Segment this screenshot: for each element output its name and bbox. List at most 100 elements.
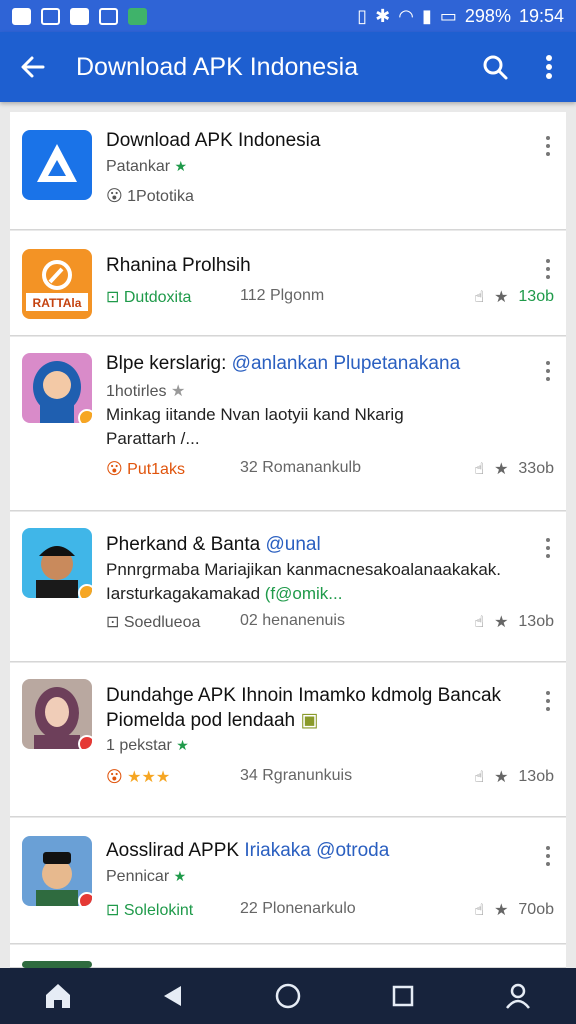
star-icon: ★ (494, 289, 509, 306)
list-item[interactable]: RATTAla Rhanina Prolhsih ⊡ Dutdoxita 112… (10, 231, 566, 336)
list-item[interactable]: Download APK Indonesia Patankar ★ 😮 1Pot… (10, 112, 566, 230)
app-meta: 22 Plonenarkulo (240, 900, 356, 917)
gallery-notification-icon (12, 7, 31, 25)
image-notification-icon (41, 7, 60, 25)
app-meta: 02 henanenuis (240, 612, 345, 629)
tag-icon: ▣ (300, 710, 319, 731)
thumb-icon: ☝ (474, 769, 485, 786)
photo-woman-icon (22, 679, 92, 749)
profile-button[interactable] (490, 968, 546, 1024)
dev-badge-icon: ⊡ (106, 289, 120, 306)
orange-app-icon: RATTAla (22, 249, 92, 319)
app-rating: ☝ ★ 13ob (474, 613, 554, 631)
list-item[interactable]: Blpe kerslarig: @anlankan Plupetanakana … (10, 337, 566, 511)
nfc-icon: ▯ (357, 5, 368, 26)
maps-notification-icon (128, 7, 147, 25)
triangle-back-icon (163, 986, 181, 1006)
bluetooth-icon: ✱ (375, 5, 391, 26)
list-item[interactable]: Pherkand & Banta @unal Pnnrgrmaba Mariaj… (10, 512, 566, 662)
list-item-partial[interactable] (10, 945, 566, 968)
notification-icons (12, 7, 147, 25)
dev-badge-icon: ⊡ (106, 902, 120, 919)
app-notification-icon (99, 7, 118, 25)
star-icon: ★ (494, 614, 509, 631)
clock: 19:54 (518, 5, 564, 26)
bottom-navigation (0, 968, 576, 1024)
status-bar: ▯ ✱ ◠ ▮ ▭ 298% 19:54 (0, 0, 576, 32)
avatar-cap-icon (22, 528, 92, 598)
emoji-icon: 😮 (106, 461, 123, 478)
item-more-button[interactable] (538, 134, 558, 158)
rating-stars-icon: ★★★ (127, 769, 171, 786)
battery-percent: 298% (464, 5, 511, 26)
app-developer: 1 pekstar ★ (106, 737, 189, 754)
item-more-button[interactable] (538, 689, 558, 713)
item-more-button[interactable] (538, 536, 558, 560)
back-button[interactable] (0, 32, 66, 102)
star-icon: ★ (494, 461, 509, 478)
star-icon: ★ (174, 158, 188, 174)
app-tag: ⊡ Solelokint (106, 902, 194, 919)
app-developer: ⊡ Dutdoxita (106, 289, 192, 306)
app-bar: Download APK Indonesia (0, 32, 576, 102)
item-more-button[interactable] (538, 844, 558, 868)
app-developer: 1hotirles ★ (106, 383, 186, 400)
list-item[interactable]: Dundahge APK Ihnoin Imamko kdmolg Bancak… (10, 663, 566, 817)
star-icon: ★ (494, 769, 509, 786)
signal-icon: ▮ (421, 5, 432, 26)
circle-home-icon (275, 983, 301, 1009)
page-title: Download APK Indonesia (76, 52, 359, 81)
app-name: Pherkand & Banta @unal (106, 534, 321, 555)
app-name: Aosslirad APPK Iriakaka @otroda (106, 840, 390, 861)
app-meta: 34 Rgranunkuis (240, 767, 353, 784)
item-more-button[interactable] (538, 359, 558, 383)
app-meta: 112 Plgonm (240, 287, 325, 304)
app-description-2: Parattarh /... (106, 429, 200, 448)
star-icon: ★ (173, 868, 187, 884)
more-vert-icon (546, 55, 552, 79)
system-icons: ▯ ✱ ◠ ▮ ▭ 298% 19:54 (357, 6, 564, 27)
thumb-icon: ☝ (474, 289, 485, 306)
apk-logo-icon (22, 130, 92, 200)
app-name: Blpe kerslarig: @anlankan Plupetanakana (106, 353, 461, 374)
home-button[interactable] (30, 968, 86, 1024)
thumb-icon: ☝ (474, 461, 485, 478)
nav-home-circle-button[interactable] (260, 968, 316, 1024)
avatar-hijab-icon (22, 353, 92, 423)
app-name-2: Piomelda pod lendaah ▣ (106, 710, 319, 731)
arrow-left-icon (21, 56, 45, 78)
app-description: Pnnrgrmaba Mariajikan kanmacnesakoalanaa… (106, 560, 501, 579)
app-stars: 😮 ★★★ (106, 767, 170, 787)
overflow-menu-button[interactable] (522, 32, 576, 102)
app-name: Dundahge APK Ihnoin Imamko kdmolg Bancak (106, 685, 502, 706)
app-rating: ☝ ★ 33ob (474, 460, 554, 478)
app-description: Minkag iitande Nvan laotyii kand Nkarig (106, 405, 404, 424)
app-developer: Patankar ★ (106, 158, 188, 175)
search-button[interactable] (468, 32, 522, 102)
list-item[interactable]: Aosslirad APPK Iriakaka @otroda Pennicar… (10, 818, 566, 944)
app-tag: 😮 Put1aks (106, 461, 185, 478)
app-name: Rhanina Prolhsih (106, 255, 251, 276)
app-rating: ☝ ★ 13ob (474, 768, 554, 786)
app-rating: ☝ ★ 70ob (474, 901, 554, 919)
battery-icon: ▭ (439, 5, 457, 26)
recents-button[interactable] (375, 968, 431, 1024)
home-icon (45, 984, 70, 1008)
partial-app-icon (22, 961, 92, 968)
svg-text:RATTAla: RATTAla (33, 296, 82, 310)
emoji-icon: 😮 (106, 188, 123, 205)
app-description-2: Iarsturkagakamakad (f@omik... (106, 584, 343, 603)
app-developer: Pennicar ★ (106, 868, 187, 885)
emoji-icon: 😮 (106, 769, 123, 786)
search-icon (483, 55, 508, 80)
nav-back-button[interactable] (145, 968, 201, 1024)
item-more-button[interactable] (538, 257, 558, 281)
app-downloads: 😮 1Pototika (106, 188, 194, 205)
star-icon: ★ (494, 902, 509, 919)
app-name: Download APK Indonesia (106, 130, 321, 151)
avatar-peci-icon (22, 836, 92, 906)
dev-badge-icon: ⊡ (106, 614, 120, 631)
star-icon: ★ (170, 383, 186, 400)
wifi-icon: ◠ (398, 5, 414, 26)
square-recents-icon (392, 985, 414, 1007)
